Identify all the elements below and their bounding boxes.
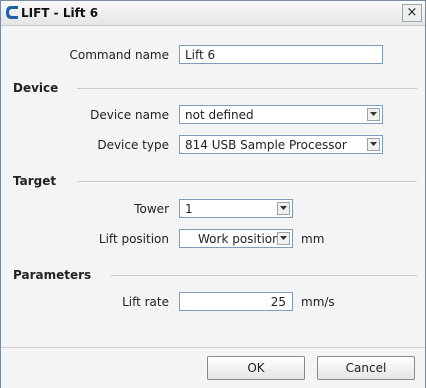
dialog-window: LIFT - Lift 6 × Command name Lift 6 Devi… <box>0 0 426 388</box>
device-section-header: Device <box>13 81 59 95</box>
command-name-input[interactable]: Lift 6 <box>179 45 383 64</box>
dialog-content: Command name Lift 6 Device Device name n… <box>1 26 425 347</box>
chevron-down-icon[interactable] <box>277 202 290 215</box>
device-type-select[interactable]: 814 USB Sample Processor <box>179 135 383 154</box>
device-separator <box>77 88 417 89</box>
device-name-value: not defined <box>185 108 254 122</box>
target-section-header: Target <box>13 174 57 188</box>
close-button[interactable]: × <box>402 4 422 22</box>
command-name-value: Lift 6 <box>185 48 216 62</box>
device-name-select[interactable]: not defined <box>179 105 383 124</box>
ok-button[interactable]: OK <box>207 356 305 380</box>
chevron-down-icon[interactable] <box>277 232 290 245</box>
cancel-button[interactable]: Cancel <box>317 356 415 380</box>
title-bar[interactable]: LIFT - Lift 6 × <box>1 1 425 26</box>
lift-position-value: Work position <box>198 232 280 246</box>
tower-label: Tower <box>134 202 169 216</box>
lift-rate-unit: mm/s <box>301 295 335 309</box>
target-separator <box>77 181 417 182</box>
lift-rate-label: Lift rate <box>122 295 169 309</box>
tower-value: 1 <box>185 202 193 216</box>
dialog-footer: OK Cancel <box>1 347 425 388</box>
lift-rate-input[interactable]: 25 <box>179 292 293 311</box>
lift-position-select[interactable]: Work position <box>179 229 293 248</box>
parameters-separator <box>111 275 417 276</box>
window-title: LIFT - Lift 6 <box>21 6 99 20</box>
device-name-label: Device name <box>90 108 169 122</box>
lift-position-label: Lift position <box>98 232 169 246</box>
lift-rate-value: 25 <box>270 295 286 309</box>
parameters-section-header: Parameters <box>13 268 92 282</box>
lift-position-unit: mm <box>301 232 325 246</box>
tower-select[interactable]: 1 <box>179 199 293 218</box>
device-type-label: Device type <box>97 138 169 152</box>
chevron-down-icon[interactable] <box>367 108 380 121</box>
app-logo-icon <box>6 6 18 19</box>
device-type-value: 814 USB Sample Processor <box>185 138 347 152</box>
command-name-label: Command name <box>69 48 169 62</box>
chevron-down-icon[interactable] <box>367 138 380 151</box>
